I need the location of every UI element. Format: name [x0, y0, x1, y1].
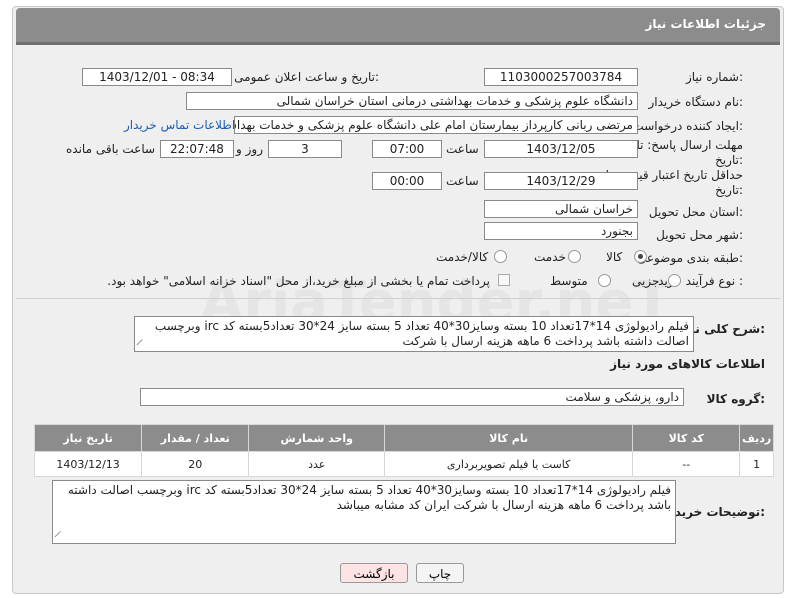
days-field: 3	[268, 140, 342, 158]
category-label: طبقه بندی موضوعی:	[636, 251, 743, 265]
col-row: ردیف	[739, 424, 774, 452]
cell-date: 1403/12/13	[33, 451, 143, 477]
goods-section-title: اطلاعات کالاهای مورد نیاز	[610, 357, 765, 371]
deadline-time-label: ساعت	[446, 142, 479, 156]
cell-name: کاست یا فیلم تصویربرداری	[384, 451, 634, 477]
print-button[interactable]: چاپ	[416, 563, 464, 583]
process-option-partial: جزیی	[632, 274, 660, 288]
category-option-goods: کالا	[606, 250, 623, 264]
province-field: خراسان شمالی	[484, 200, 638, 218]
buyer-notes-textarea: فیلم رادیولوژی 14*17تعداد 10 بسته وسایز3…	[52, 480, 676, 544]
validity-date-field: 1403/12/29	[484, 172, 638, 190]
days-label: روز و	[236, 142, 263, 156]
deadline-date-field: 1403/12/05	[484, 140, 638, 158]
col-date: تاریخ نیاز	[33, 424, 143, 452]
city-field: بجنورد	[484, 222, 638, 240]
back-button[interactable]: بازگشت	[340, 563, 408, 583]
contact-buyer-link[interactable]: اطلاعات تماس خریدار	[124, 118, 235, 132]
cell-code: --	[632, 451, 741, 477]
col-qty: تعداد / مقدار	[141, 424, 250, 452]
buyer-field: دانشگاه علوم پزشکی و خدمات بهداشتی درمان…	[186, 92, 638, 110]
goods-table: ردیف کد کالا نام کالا واحد شمارش تعداد /…	[33, 424, 774, 477]
category-radio-service[interactable]	[568, 250, 581, 263]
treasury-payment-note: پرداخت تمام یا بخشی از مبلغ خرید،از محل …	[107, 274, 490, 288]
category-radio-goods[interactable]	[634, 250, 647, 263]
description-text: فیلم رادیولوژی 14*17تعداد 10 بسته وسایز3…	[154, 319, 689, 348]
announce-label: تاریخ و ساعت اعلان عمومی:	[234, 70, 379, 84]
cell-unit: عدد	[248, 451, 386, 477]
table-row[interactable]: 1 -- کاست یا فیلم تصویربرداری عدد 20 140…	[33, 451, 774, 477]
remaining-time-field: 22:07:48	[160, 140, 234, 158]
validity-time-field: 00:00	[372, 172, 442, 190]
goods-group-label: گروه کالا:	[706, 392, 765, 406]
creator-field: مرتضی ربانی کارپرداز بیمارستان امام علی …	[234, 116, 638, 134]
col-unit: واحد شمارش	[248, 424, 386, 452]
city-label: شهر محل تحویل:	[656, 228, 743, 242]
creator-label: ایجاد کننده درخواست:	[632, 119, 743, 133]
goods-group-field: دارو، پزشکی و سلامت	[140, 388, 684, 406]
deadline-label: مهلت ارسال پاسخ: تا	[636, 138, 743, 152]
treasury-payment-checkbox[interactable]	[498, 274, 510, 286]
resize-handle[interactable]	[136, 338, 149, 351]
section-divider	[16, 298, 780, 299]
col-name: نام کالا	[384, 424, 634, 452]
buyer-notes-label: توضیحات خریدار:	[663, 505, 765, 519]
deadline-label-date: تاریخ:	[715, 153, 743, 167]
page-title: جزئیات اطلاعات نیاز	[645, 17, 766, 31]
announce-field: 1403/12/01 - 08:34	[82, 68, 232, 86]
cell-qty: 20	[141, 451, 250, 477]
need-number-field: 1103000257003784	[484, 68, 638, 86]
resize-handle[interactable]	[54, 530, 67, 543]
deadline-time-field: 07:00	[372, 140, 442, 158]
process-option-medium: متوسط	[550, 274, 588, 288]
process-radio-medium[interactable]	[598, 274, 611, 287]
validity-time-label: ساعت	[446, 174, 479, 188]
buyer-label: نام دستگاه خریدار:	[648, 95, 744, 109]
category-radio-goods-service[interactable]	[494, 250, 507, 263]
province-label: استان محل تحویل:	[648, 205, 743, 219]
description-textarea: فیلم رادیولوژی 14*17تعداد 10 بسته وسایز3…	[134, 316, 694, 352]
cell-row: 1	[739, 451, 774, 477]
validity-label-date: تاریخ:	[715, 183, 743, 197]
category-option-goods-service: کالا/خدمت	[436, 250, 489, 264]
need-number-label: شماره نیاز:	[685, 70, 743, 84]
buyer-notes-text: فیلم رادیولوژی 14*17تعداد 10 بسته وسایز3…	[67, 483, 671, 512]
col-code: کد کالا	[632, 424, 741, 452]
remaining-label: ساعت باقی مانده	[66, 142, 156, 156]
process-radio-partial[interactable]	[668, 274, 681, 287]
header-bar: جزئیات اطلاعات نیاز	[16, 8, 780, 45]
category-option-service: خدمت	[534, 250, 566, 264]
